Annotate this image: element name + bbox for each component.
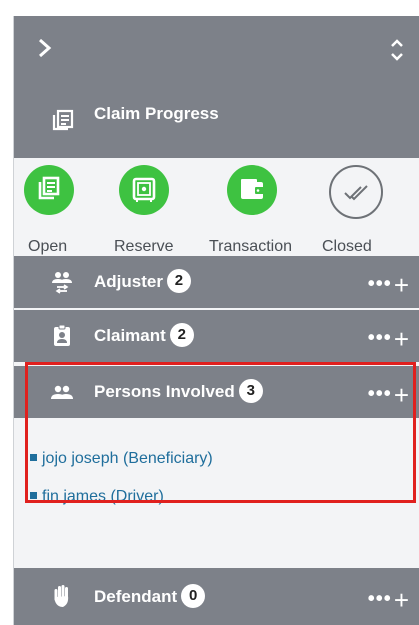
wallet-icon[interactable] [227,165,277,215]
up-down-chevron-icon[interactable] [390,37,404,63]
section-actions: •••+ [368,324,410,355]
section-title: Claimant 2 [94,323,194,347]
section-title: Defendant 0 [94,584,206,608]
step-label: Transaction [209,238,292,255]
section-title: Adjuster 2 [94,269,191,293]
section-label: Adjuster [94,272,163,291]
add-button[interactable]: + [394,270,410,300]
section-claimant[interactable]: Claimant 2 •••+ [14,310,419,362]
more-options-button[interactable]: ••• [368,273,392,295]
claim-progress-header: Claim Progress [14,82,419,158]
add-button[interactable]: + [394,585,410,615]
more-options-button[interactable]: ••• [368,588,392,610]
count-badge: 0 [181,584,206,608]
highlight-box [25,362,416,503]
step-label: Open [28,238,68,255]
hand-stop-icon [54,585,69,607]
document-list-icon[interactable] [24,165,74,215]
step-label: Reserve [114,238,174,255]
safe-icon[interactable] [119,165,169,215]
section-actions: •••+ [368,270,410,301]
sidebar-header [14,16,419,82]
claim-sidebar-panel: Claim Progress Open Reserve Transaction … [13,16,419,625]
chevron-right-icon[interactable] [36,37,54,59]
claim-progress-steps: Open Reserve Transaction Closed [14,158,419,256]
count-badge: 2 [169,323,194,347]
section-actions: •••+ [368,585,410,616]
step-label: Closed [322,238,372,255]
section-adjuster[interactable]: Adjuster 2 •••+ [14,256,419,308]
section-defendant[interactable]: Defendant 0 •••+ [14,568,419,625]
double-check-icon[interactable] [329,165,383,219]
document-list-icon [52,109,74,131]
count-badge: 2 [166,269,191,293]
id-badge-icon [54,324,70,346]
section-label: Defendant [94,587,178,606]
add-button[interactable]: + [394,324,410,354]
more-options-button[interactable]: ••• [368,327,392,349]
people-swap-icon [52,272,72,294]
section-label: Claimant [94,326,166,345]
claim-progress-title: Claim Progress [94,104,219,123]
